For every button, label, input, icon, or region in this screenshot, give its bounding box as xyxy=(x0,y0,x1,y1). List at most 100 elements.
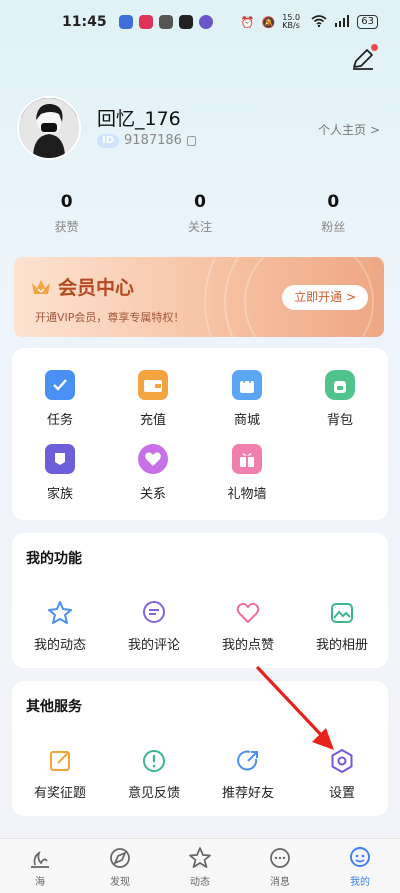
item-label: 我的动态 xyxy=(33,638,86,653)
grid-item-backpack[interactable]: 背包 xyxy=(310,370,370,428)
stat-label: 关注 xyxy=(187,220,212,234)
vip-title-text: 会员中心 xyxy=(58,277,135,299)
stat-value: 0 xyxy=(60,192,73,212)
feed-icon xyxy=(189,847,211,868)
item-label: 有奖征题 xyxy=(33,786,86,801)
grid-item-label: 关系 xyxy=(139,487,166,502)
star-icon xyxy=(48,601,72,624)
vip-subtitle: 开通VIP会员，尊享专属特权！ xyxy=(35,311,185,324)
status-bar: 11:45 ⏰ 🔕 15.0 KB/s 63 xyxy=(0,0,400,44)
notification-app-icon xyxy=(118,15,133,29)
backpack-icon xyxy=(325,370,355,400)
user-id-row: ID 9187186 xyxy=(97,133,196,148)
tab-sea[interactable]: 海 xyxy=(0,839,80,893)
album-icon xyxy=(331,603,353,623)
edit-icon xyxy=(50,751,70,771)
grid-item-label: 商城 xyxy=(233,413,260,428)
item-label: 我的相册 xyxy=(315,638,368,653)
avatar[interactable] xyxy=(17,96,81,160)
profile-icon xyxy=(350,847,370,867)
tab-feed[interactable]: 动态 xyxy=(160,839,240,893)
crown-icon xyxy=(32,279,50,294)
mute-icon: 🔕 xyxy=(261,15,276,29)
tab-profile[interactable]: 我的 xyxy=(320,839,400,893)
annotation-arrow xyxy=(256,666,334,750)
my-album-button[interactable]: 我的相册 xyxy=(302,599,382,653)
stat-following[interactable]: 0 关注 xyxy=(133,192,266,235)
bottom-tab-bar: 海 发现 动态 消息 我的 xyxy=(0,838,400,893)
tab-label: 消息 xyxy=(270,877,290,888)
status-bar-left: 11:45 xyxy=(62,14,213,30)
grid-item-relationship[interactable]: 关系 xyxy=(123,444,183,502)
item-label: 我的点赞 xyxy=(221,638,274,653)
grid-item-family[interactable]: 家族 xyxy=(30,444,90,502)
notification-app-icon xyxy=(178,15,193,29)
network-speed: 15.0 KB/s xyxy=(282,13,301,30)
section-title: 我的功能 xyxy=(26,551,82,567)
notification-app-icon xyxy=(198,15,213,29)
comment-icon xyxy=(143,601,165,623)
status-bar-right: ⏰ 🔕 15.0 KB/s 63 xyxy=(241,14,378,30)
feedback-button[interactable]: 意见反馈 xyxy=(114,747,194,801)
message-icon xyxy=(270,848,290,868)
family-flag-icon xyxy=(45,444,75,474)
item-label: 意见反馈 xyxy=(127,786,180,801)
grid-item-label: 充值 xyxy=(139,413,166,428)
tab-messages[interactable]: 消息 xyxy=(240,839,320,893)
vip-center-card[interactable]: 会员中心 开通VIP会员，尊享专属特权！ 立即开通 > xyxy=(14,257,384,337)
tab-discover[interactable]: 发现 xyxy=(80,839,160,893)
personal-homepage-link[interactable]: 个人主页 > xyxy=(318,121,380,138)
username: 回忆_176 xyxy=(97,108,181,130)
grid-item-gift-wall[interactable]: 礼物墙 xyxy=(217,444,277,502)
discover-icon xyxy=(110,848,130,868)
shopping-bag-icon xyxy=(232,370,262,400)
battery-indicator: 63 xyxy=(357,15,378,29)
notification-app-icon xyxy=(158,15,173,29)
status-time: 11:45 xyxy=(62,14,107,30)
my-likes-button[interactable]: 我的点赞 xyxy=(208,599,288,653)
gift-icon xyxy=(232,444,262,474)
grid-item-task[interactable]: 任务 xyxy=(30,370,90,428)
vip-title: 会员中心 xyxy=(30,273,134,300)
tab-label: 海 xyxy=(35,877,45,888)
grid-item-label: 背包 xyxy=(326,413,353,428)
my-posts-button[interactable]: 我的动态 xyxy=(20,599,100,653)
notification-app-icon xyxy=(138,15,153,29)
stat-value: 0 xyxy=(194,192,206,212)
id-badge: ID xyxy=(97,133,120,148)
item-label: 推荐好友 xyxy=(221,786,274,801)
task-icon xyxy=(45,370,75,400)
notification-dot xyxy=(371,44,378,51)
profile-header: 回忆_176 ID 9187186 个人主页 > xyxy=(17,96,383,162)
copy-icon[interactable] xyxy=(186,135,196,146)
grid-item-label: 礼物墙 xyxy=(227,487,267,502)
edit-profile-button[interactable] xyxy=(350,44,378,72)
tab-label: 我的 xyxy=(350,877,370,888)
wallet-icon xyxy=(138,370,168,400)
like-heart-icon xyxy=(236,602,260,623)
feature-grid-card: 任务 充值 商城 背包 家族 关系 礼物墙 xyxy=(12,348,388,520)
grid-item-label: 家族 xyxy=(46,487,73,502)
section-title: 其他服务 xyxy=(26,699,82,715)
feedback-icon xyxy=(143,750,165,772)
item-label: 设置 xyxy=(328,786,355,801)
stat-fans[interactable]: 0 粉丝 xyxy=(267,192,400,235)
item-label: 我的评论 xyxy=(127,638,180,653)
stat-label: 获赞 xyxy=(54,220,79,234)
my-functions-card: 我的功能 我的动态 我的评论 我的点赞 我的相册 xyxy=(12,533,388,668)
signal-icon xyxy=(334,14,350,30)
heart-icon xyxy=(138,444,168,474)
open-vip-button[interactable]: 立即开通 > xyxy=(282,285,368,310)
grid-item-label: 任务 xyxy=(46,413,73,428)
tab-label: 发现 xyxy=(110,877,130,888)
grid-item-mall[interactable]: 商城 xyxy=(217,370,277,428)
sea-icon xyxy=(31,850,49,868)
alarm-icon: ⏰ xyxy=(240,15,255,29)
stats-row: 0 获赞 0 关注 0 粉丝 xyxy=(0,192,400,235)
prize-question-button[interactable]: 有奖征题 xyxy=(20,747,100,801)
stat-likes[interactable]: 0 获赞 xyxy=(0,192,133,235)
grid-item-recharge[interactable]: 充值 xyxy=(123,370,183,428)
stat-label: 粉丝 xyxy=(321,220,346,234)
my-comments-button[interactable]: 我的评论 xyxy=(114,599,194,653)
stat-value: 0 xyxy=(327,192,340,212)
